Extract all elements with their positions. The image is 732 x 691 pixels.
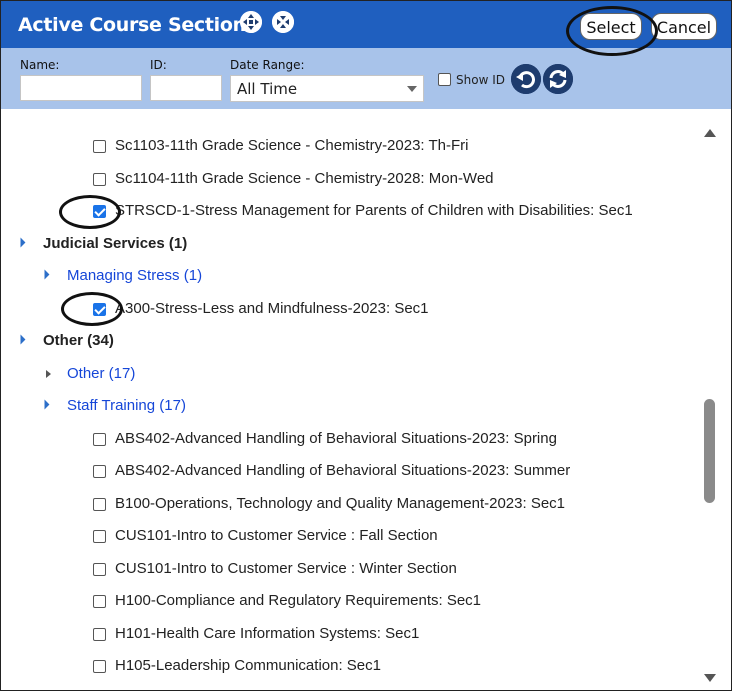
subgroup-label: Staff Training (17) <box>67 397 186 414</box>
course-label: H101-Health Care Information Systems: Se… <box>115 625 420 642</box>
course-label: ABS402-Advanced Handling of Behavioral S… <box>115 462 571 479</box>
subgroup-label: Other (17) <box>67 365 136 382</box>
course-label: B100-Operations, Technology and Quality … <box>115 495 566 512</box>
expand-all-icon[interactable] <box>240 11 262 33</box>
cancel-button[interactable]: Cancel <box>651 13 717 40</box>
course-checkbox-checked[interactable] <box>93 303 106 316</box>
course-label: ABS402-Advanced Handling of Behavioral S… <box>115 430 557 447</box>
show-id-checkbox[interactable] <box>438 73 451 86</box>
name-label: Name: <box>20 58 60 72</box>
course-checkbox[interactable] <box>93 563 106 576</box>
course-label: Sc1104-11th Grade Science - Chemistry-20… <box>115 170 494 187</box>
course-checkbox[interactable] <box>93 628 106 641</box>
expanded-triangle-icon[interactable] <box>15 237 26 248</box>
course-checkbox[interactable] <box>93 498 106 511</box>
expanded-triangle-icon[interactable] <box>39 399 50 410</box>
collapsed-triangle-icon[interactable] <box>46 370 51 378</box>
course-checkbox[interactable] <box>93 465 106 478</box>
vertical-scrollbar[interactable] <box>701 119 719 690</box>
scroll-down-icon[interactable] <box>704 674 716 682</box>
course-tree: Sc1103-11th Grade Science - Chemistry-20… <box>1 109 701 690</box>
scroll-thumb[interactable] <box>704 399 715 503</box>
active-course-sections-dialog: Active Course Sections Select Cancel Nam… <box>0 0 732 691</box>
course-checkbox[interactable] <box>93 660 106 673</box>
dialog-title: Active Course Sections <box>18 14 257 36</box>
course-label: H105-Leadership Communication: Sec1 <box>115 657 381 674</box>
course-label: CUS101-Intro to Customer Service : Winte… <box>115 560 457 577</box>
course-checkbox[interactable] <box>93 173 106 186</box>
course-label: Sc1103-11th Grade Science - Chemistry-20… <box>115 137 469 154</box>
course-checkbox[interactable] <box>93 595 106 608</box>
undo-icon[interactable] <box>511 64 541 94</box>
course-checkbox[interactable] <box>93 433 106 446</box>
group-label: Other (34) <box>43 332 114 349</box>
group-label: Judicial Services (1) <box>43 235 188 252</box>
collapse-all-icon[interactable] <box>272 11 294 33</box>
date-range-select[interactable]: All Time <box>230 75 424 102</box>
course-label: H100-Compliance and Regulatory Requireme… <box>115 592 482 609</box>
select-button[interactable]: Select <box>580 13 642 40</box>
course-checkbox-checked[interactable] <box>93 205 106 218</box>
subgroup-label: Managing Stress (1) <box>67 267 203 284</box>
expanded-triangle-icon[interactable] <box>39 269 50 280</box>
show-id-label: Show ID <box>456 73 505 87</box>
date-range-value: All Time <box>237 80 298 98</box>
title-bar: Active Course Sections Select Cancel <box>1 1 731 48</box>
date-range-label: Date Range: <box>230 58 305 72</box>
chevron-down-icon <box>407 86 417 92</box>
name-input[interactable] <box>20 75 142 101</box>
course-label: STRSCD-1-Stress Management for Parents o… <box>115 202 633 219</box>
course-checkbox[interactable] <box>93 530 106 543</box>
filter-bar: Name: ID: Date Range: All Time Show ID <box>1 48 731 109</box>
expanded-triangle-icon[interactable] <box>15 334 26 345</box>
course-label: CUS101-Intro to Customer Service : Fall … <box>115 527 438 544</box>
course-checkbox[interactable] <box>93 140 106 153</box>
course-label: A300-Stress-Less and Mindfulness-2023: S… <box>115 300 429 317</box>
refresh-icon[interactable] <box>543 64 573 94</box>
id-label: ID: <box>150 58 167 72</box>
scroll-up-icon[interactable] <box>704 129 716 137</box>
id-input[interactable] <box>150 75 222 101</box>
